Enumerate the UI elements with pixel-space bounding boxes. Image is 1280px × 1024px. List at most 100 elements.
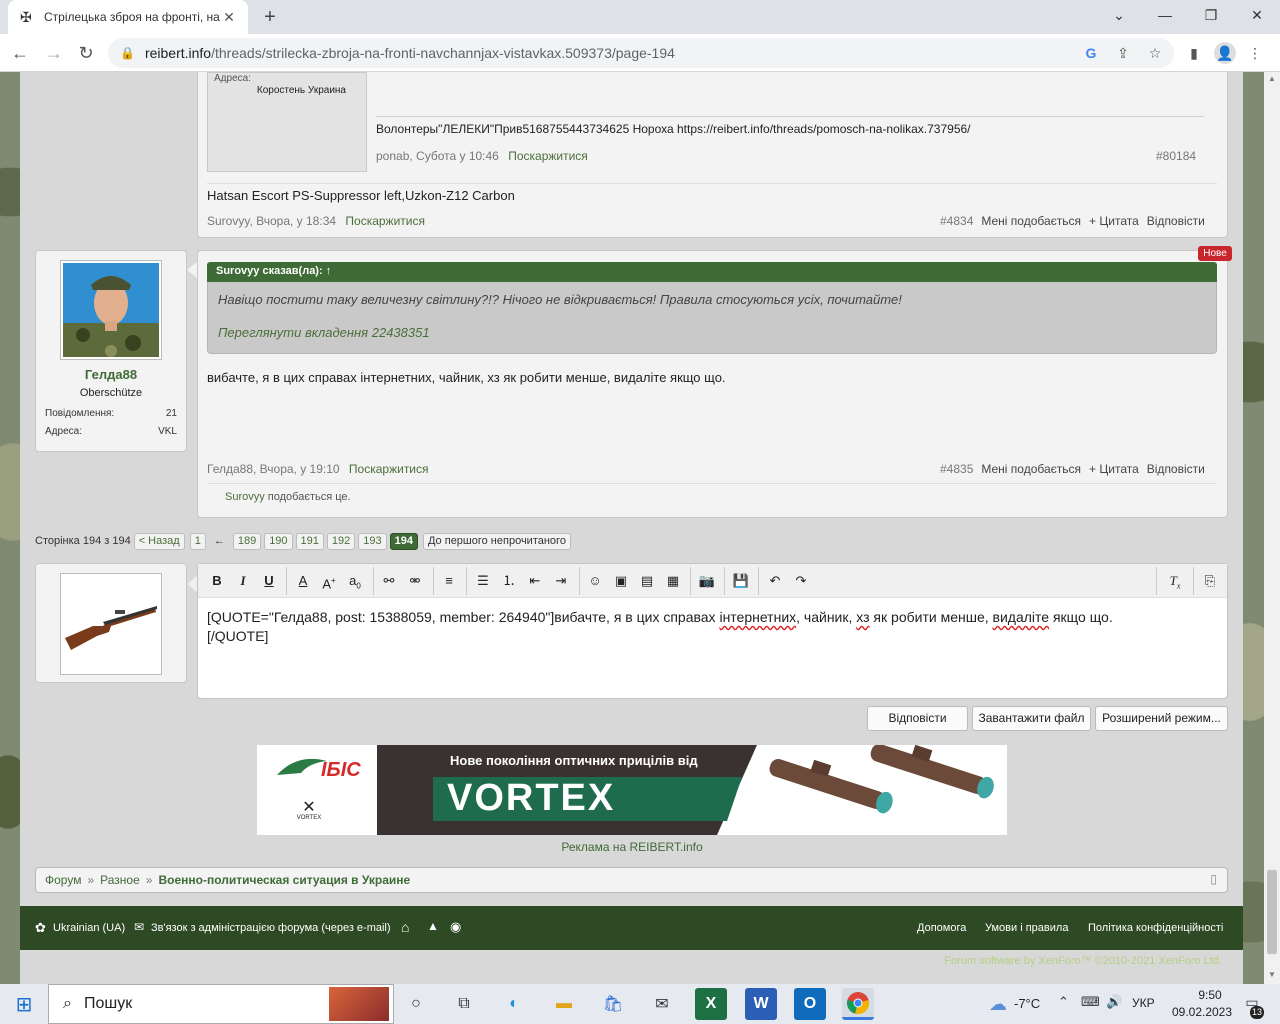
ad-caption-link[interactable]: Реклама на REIBERT.info — [257, 840, 1007, 854]
bold-icon[interactable]: B — [205, 569, 229, 593]
weather-cloud-icon[interactable]: ☁ — [982, 988, 1014, 1020]
save-draft-icon[interactable]: 💾 — [729, 569, 753, 593]
weather-temp[interactable]: -7°C — [1014, 996, 1040, 1011]
media-icon[interactable]: ▤ — [635, 569, 659, 593]
chrome-icon[interactable] — [842, 988, 874, 1020]
align-icon[interactable]: ≡ — [437, 569, 461, 593]
numbered-list-icon[interactable]: ⒈ — [497, 569, 521, 593]
quote-attachment-link[interactable]: Переглянути вкладення 22438351 — [218, 325, 430, 340]
reply-textarea[interactable]: [QUOTE="Гелда88, post: 15388059, member:… — [207, 608, 1217, 646]
like-link-4835[interactable]: Мені подобається — [981, 462, 1081, 476]
xenforo-credit-link[interactable]: Forum software by XenForo™ ©2010-2021 Xe… — [0, 955, 1222, 967]
toggle-bbcode-icon[interactable]: ⎘ — [1198, 569, 1222, 593]
quote-link-4835[interactable]: + Цитата — [1089, 462, 1139, 476]
keyboard-language[interactable]: УКР — [1132, 996, 1155, 1010]
network-icon[interactable]: ⌨ — [1081, 994, 1100, 1010]
page-190-link[interactable]: 190 — [264, 532, 293, 550]
advanced-mode-button[interactable]: Розширений режим... — [1095, 706, 1228, 731]
smilie-icon[interactable]: ☺ — [583, 569, 607, 593]
indent-icon[interactable]: ⇥ — [549, 569, 573, 593]
underline-icon[interactable]: U — [257, 569, 281, 593]
undo-icon[interactable]: ↶ — [763, 569, 787, 593]
minimize-icon[interactable]: — — [1142, 0, 1188, 30]
tab-search-icon[interactable]: ⌄ — [1096, 0, 1142, 30]
google-lens-icon[interactable]: G — [1080, 42, 1102, 64]
post-number[interactable]: #4834 — [940, 214, 973, 228]
quote-link[interactable]: + Цитата — [1089, 214, 1139, 228]
text-color-icon[interactable]: A — [291, 569, 315, 593]
camera-icon[interactable]: 📷 — [695, 569, 719, 593]
home-icon[interactable]: ⌂ — [401, 919, 409, 935]
page-1-link[interactable]: 1 — [189, 532, 206, 550]
help-link[interactable]: Допомога — [917, 922, 966, 934]
scroll-top-icon[interactable]: ▲ — [427, 919, 439, 933]
page-scrollbar[interactable]: ▲ ▼ — [1264, 72, 1280, 984]
side-panel-icon[interactable]: ▮ — [1183, 42, 1205, 64]
menu-icon[interactable]: ⋮ — [1244, 42, 1266, 64]
upload-file-button[interactable]: Завантажити файл — [972, 706, 1091, 731]
outlook-icon[interactable]: O — [794, 988, 826, 1020]
clock-time[interactable]: 9:50 — [1180, 988, 1240, 1002]
scroll-down-icon[interactable]: ▼ — [1268, 970, 1276, 979]
code-icon[interactable]: ▦ — [661, 569, 685, 593]
share-icon[interactable]: ⇪ — [1112, 42, 1134, 64]
back-icon[interactable]: ← — [6, 40, 34, 66]
breadcrumb-misc[interactable]: Разное — [100, 873, 140, 887]
reply-link-4835[interactable]: Відповісти — [1147, 462, 1205, 476]
language-chooser[interactable]: Ukrainian (UA) — [53, 922, 125, 934]
breadcrumb-forum[interactable]: Форум — [45, 873, 81, 887]
italic-icon[interactable]: I — [231, 569, 255, 593]
browser-tab[interactable]: ✠ Стрілецька зброя на фронті, нав ✕ — [8, 0, 248, 34]
privacy-link[interactable]: Політика конфіденційності — [1088, 922, 1223, 934]
reply-avatar[interactable] — [60, 573, 162, 675]
cortana-icon[interactable]: ○ — [400, 988, 432, 1020]
mail-app-icon[interactable]: ✉ — [646, 988, 678, 1020]
nested-report-link[interactable]: Поскаржитися — [508, 149, 588, 163]
windows-start-icon[interactable]: ⊞ — [8, 988, 40, 1020]
tray-chevron-icon[interactable]: ⌃ — [1058, 994, 1069, 1010]
image-icon[interactable]: ▣ — [609, 569, 633, 593]
edge-icon[interactable]: ◐ — [498, 988, 530, 1020]
report-link[interactable]: Поскаржитися — [345, 214, 425, 228]
taskbar-search[interactable]: ⌕ Пошук — [48, 984, 394, 1024]
quote-header-link[interactable]: Surovyy сказав(ла): ↑ — [207, 262, 1217, 282]
username-link[interactable]: Гелда88 — [36, 367, 186, 382]
new-tab-icon[interactable]: + — [258, 5, 282, 29]
liked-user-link[interactable]: Surovyy — [225, 491, 265, 503]
word-icon[interactable]: W — [745, 988, 777, 1020]
bullet-list-icon[interactable]: ☰ — [471, 569, 495, 593]
page-191-link[interactable]: 191 — [295, 532, 324, 550]
report-link-4835[interactable]: Поскаржитися — [349, 462, 429, 476]
page-gap-arrow[interactable]: ← — [214, 535, 225, 547]
volume-icon[interactable]: 🔊 — [1106, 994, 1122, 1010]
clock-date[interactable]: 09.02.2023 — [1164, 1005, 1240, 1019]
reload-icon[interactable]: ↻ — [72, 40, 100, 66]
close-window-icon[interactable]: ✕ — [1234, 0, 1280, 30]
profile-icon[interactable]: 👤 — [1214, 42, 1236, 64]
outdent-icon[interactable]: ⇤ — [523, 569, 547, 593]
forward-icon[interactable]: → — [40, 40, 68, 66]
like-link[interactable]: Мені подобається — [981, 214, 1081, 228]
scroll-up-icon[interactable]: ▲ — [1268, 74, 1276, 83]
store-icon[interactable]: 🛍 — [597, 988, 629, 1020]
font-size-icon[interactable]: A+ — [317, 569, 341, 593]
page-193-link[interactable]: 193 — [358, 532, 387, 550]
file-explorer-icon[interactable]: ▬ — [548, 988, 580, 1020]
terms-link[interactable]: Умови і правила — [985, 922, 1068, 934]
reply-editor[interactable]: B I U A A+ a0 ⚯ ⚮ ≡ ☰ ⒈ ⇤ ⇥ ☺ ▣ ▤ ▦ 📷 💾 … — [197, 563, 1228, 699]
address-bar[interactable]: 🔒 reibert.info/threads/strilecka-zbroja-… — [108, 38, 1174, 68]
excel-icon[interactable]: X — [695, 988, 727, 1020]
page-192-link[interactable]: 192 — [326, 532, 356, 550]
font-family-icon[interactable]: a0 — [343, 569, 367, 593]
first-unread-button[interactable]: До першого непрочитаного — [422, 532, 571, 550]
avatar[interactable] — [60, 260, 162, 360]
nested-post-number[interactable]: #80184 — [1156, 149, 1196, 163]
submit-reply-button[interactable]: Відповісти — [867, 706, 968, 731]
contact-link[interactable]: Зв'язок з адміністрацією форума (через e… — [151, 922, 391, 934]
scrollbar-thumb[interactable] — [1267, 870, 1277, 954]
link-icon[interactable]: ⚯ — [377, 569, 401, 593]
reply-link[interactable]: Відповісти — [1147, 214, 1205, 228]
restore-icon[interactable]: ❐ — [1188, 0, 1234, 30]
vortex-ad-banner[interactable]: ІБІС ✕ VORTEX Нове покоління оптичних пр… — [257, 745, 1007, 835]
rss-icon[interactable]: ◉ — [450, 919, 461, 935]
